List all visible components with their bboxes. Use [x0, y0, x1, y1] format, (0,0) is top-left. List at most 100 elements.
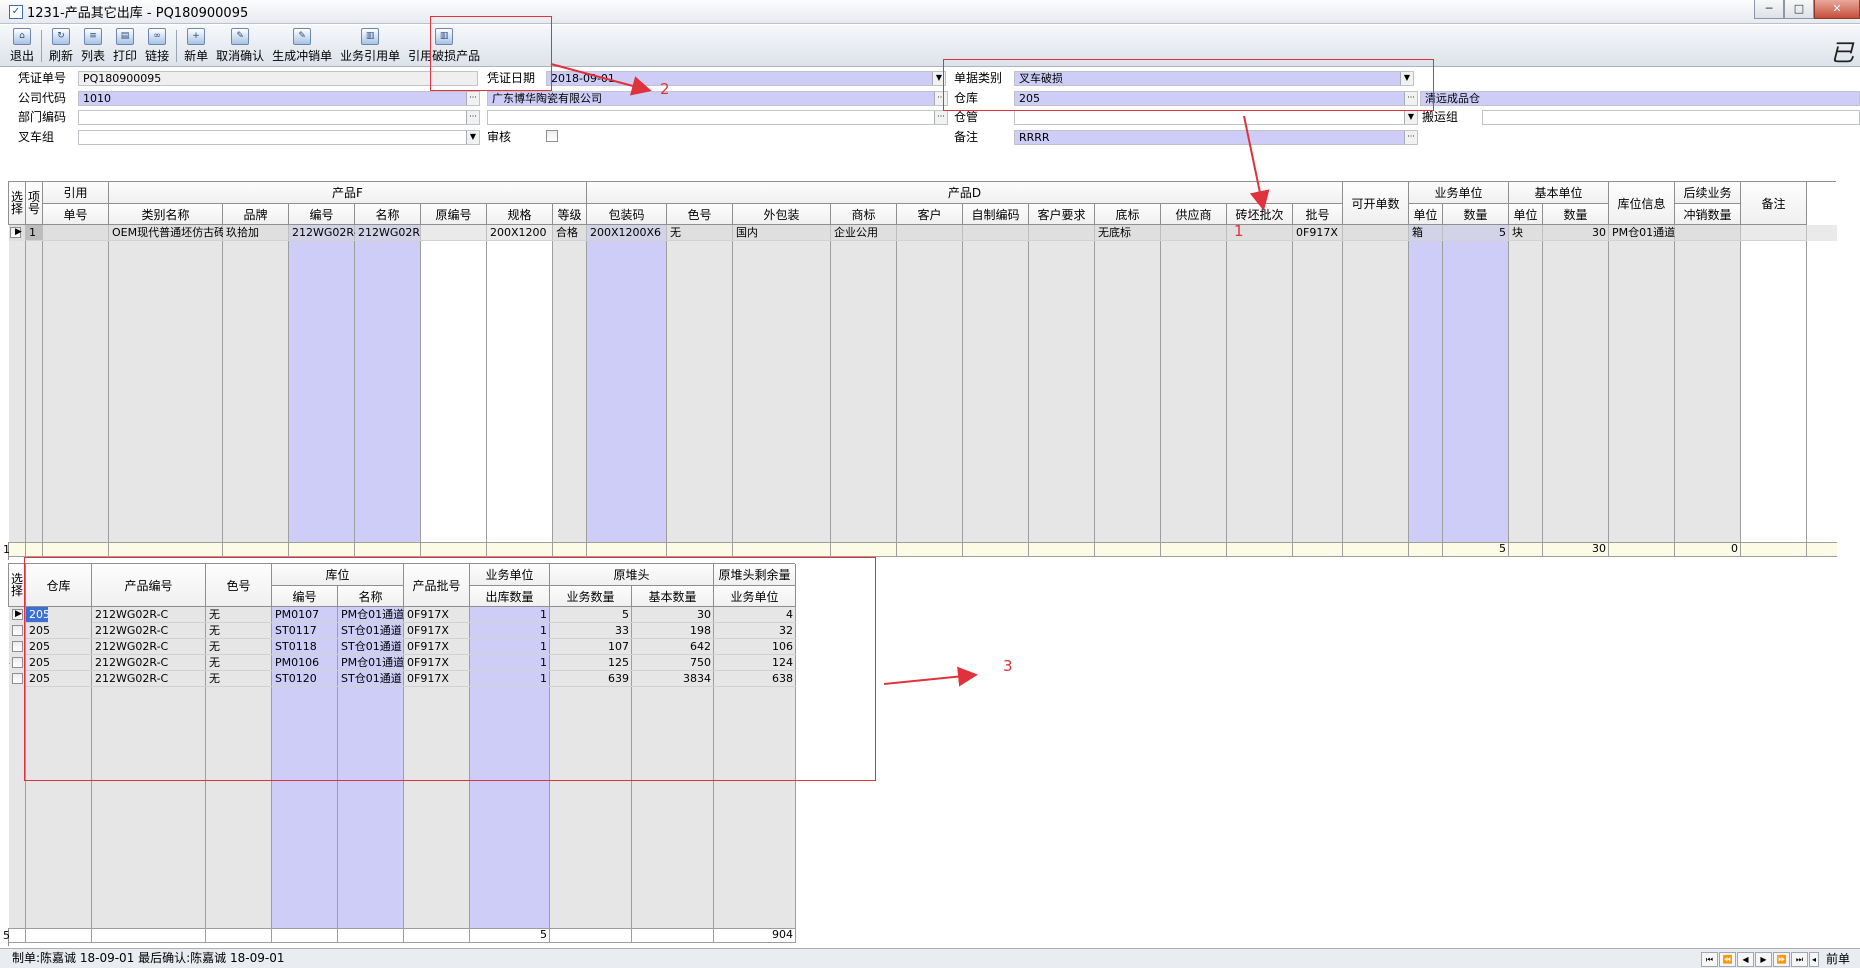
column-header[interactable]: 单位 — [1509, 204, 1543, 225]
grid-cell-brand[interactable]: 玖拾加 — [223, 225, 289, 241]
column-header[interactable]: 原编号 — [421, 204, 487, 225]
company-name-field[interactable]: 广东博华陶瓷有限公司 ··· — [487, 91, 948, 106]
grid-cell-location[interactable]: PM仓01通道 — [1609, 225, 1675, 241]
grid-cell-base-qty[interactable]: 30 — [1543, 225, 1609, 241]
grid-cell-doc-no[interactable] — [43, 225, 109, 241]
column-header[interactable]: 客户要求 — [1029, 204, 1095, 225]
dept-name-field[interactable]: ··· — [487, 110, 948, 125]
print-button[interactable]: ▤ 打印 — [109, 25, 141, 65]
row-select-checkbox[interactable] — [12, 673, 23, 684]
column-header[interactable]: 冲销数量 — [1675, 204, 1741, 225]
row-select-checkbox[interactable] — [12, 641, 23, 652]
prev-record-icon[interactable]: ◀ — [1736, 952, 1754, 967]
column-header[interactable]: 规格 — [487, 204, 553, 225]
column-header[interactable]: 等级 — [553, 204, 587, 225]
maximize-button[interactable]: □ — [1784, 0, 1814, 19]
column-header[interactable]: 底标 — [1095, 204, 1161, 225]
minimize-button[interactable]: ─ — [1754, 0, 1784, 19]
column-header[interactable]: 供应商 — [1161, 204, 1227, 225]
grid-cell-base-unit[interactable]: 块 — [1509, 225, 1543, 241]
ellipsis-icon[interactable]: ··· — [466, 92, 479, 105]
column-header[interactable]: 库位信息 — [1609, 182, 1675, 225]
totals-row-header: 5 — [3, 929, 10, 942]
audit-checkbox[interactable] — [546, 130, 558, 142]
grid-cell-offset-qty[interactable] — [1675, 225, 1741, 241]
prev-doc-icon[interactable]: ◂ — [1808, 952, 1819, 967]
next-record-icon[interactable]: ▶ — [1754, 952, 1772, 967]
column-header[interactable]: 单号 — [43, 204, 109, 225]
ellipsis-icon[interactable]: ··· — [934, 111, 947, 124]
grid-cell-pack-code[interactable]: 200X1200X6 — [587, 225, 667, 241]
column-header[interactable]: 选择 — [9, 182, 26, 225]
column-header[interactable]: 单位 — [1409, 204, 1443, 225]
list-button[interactable]: ≡ 列表 — [77, 25, 109, 65]
column-header[interactable]: 色号 — [667, 204, 733, 225]
grid-column — [1227, 225, 1293, 542]
column-header[interactable]: 批号 — [1293, 204, 1343, 225]
column-header[interactable]: 名称 — [355, 204, 421, 225]
column-header[interactable]: 数量 — [1443, 204, 1509, 225]
last-record-icon[interactable]: ⏭ — [1790, 952, 1808, 967]
dept-code-field[interactable]: ··· — [78, 110, 480, 125]
grid-cell-cust-req[interactable] — [1029, 225, 1095, 241]
grid-cell-batch-no[interactable]: 0F917X — [1293, 225, 1343, 241]
grid-cell-trademark[interactable]: 企业公用 — [831, 225, 897, 241]
grid-cell-biz-unit[interactable]: 箱 — [1409, 225, 1443, 241]
column-header[interactable]: 数量 — [1543, 204, 1609, 225]
column-header[interactable]: 品牌 — [223, 204, 289, 225]
warehouse-name-field[interactable]: 清远成品仓 — [1420, 91, 1860, 106]
remark-field[interactable]: RRRR ··· — [1014, 130, 1418, 145]
company-code-field[interactable]: 1010 ··· — [78, 91, 480, 106]
carry-group-field[interactable] — [1482, 110, 1860, 125]
row-select-checkbox[interactable] — [12, 657, 23, 668]
grid-cell-category[interactable]: OEM现代普通坯仿古砖 — [109, 225, 223, 241]
grid-cell-grade[interactable]: 合格 — [553, 225, 587, 241]
grid-cell-name[interactable]: 212WG02R — [355, 225, 421, 241]
prev-page-icon[interactable]: ⏪ — [1718, 952, 1736, 967]
column-header[interactable]: 备注 — [1741, 182, 1807, 225]
column-header[interactable]: 类别名称 — [109, 204, 223, 225]
new-document-button[interactable]: + 新单 — [180, 25, 212, 65]
column-header[interactable]: 编号 — [289, 204, 355, 225]
grid-cell-code[interactable]: 212WG02R-C — [289, 225, 355, 241]
grid-cell-color[interactable]: 无 — [667, 225, 733, 241]
voucher-date-field[interactable]: 2018-09-01 ▼ — [546, 71, 946, 86]
totals-cell — [1029, 542, 1095, 557]
column-header[interactable]: 项号 — [26, 182, 43, 225]
exit-button[interactable]: ⌂ 退出 — [6, 25, 38, 65]
chevron-down-icon[interactable]: ▼ — [466, 131, 479, 144]
column-header[interactable]: 可开单数 — [1343, 182, 1409, 225]
grid-cell-supplier[interactable] — [1161, 225, 1227, 241]
chevron-down-icon[interactable]: ▼ — [1404, 111, 1417, 124]
grid-cell-openable[interactable] — [1343, 225, 1409, 241]
ellipsis-icon[interactable]: ··· — [1404, 131, 1417, 144]
generate-offset-button[interactable]: ✎ 生成冲销单 — [268, 25, 336, 65]
grid-cell-outer-pack[interactable]: 国内 — [733, 225, 831, 241]
column-header[interactable]: 商标 — [831, 204, 897, 225]
row-select-checkbox[interactable] — [12, 625, 23, 636]
keeper-select[interactable]: ▼ — [1014, 110, 1418, 125]
column-header[interactable]: 包装码 — [587, 204, 667, 225]
grid-cell-spec[interactable]: 200X1200 — [487, 225, 553, 241]
ellipsis-icon[interactable]: ··· — [466, 111, 479, 124]
grid-cell-orig-code[interactable] — [421, 225, 487, 241]
link-button[interactable]: ∞ 链接 — [141, 25, 173, 65]
grid-cell-own-code[interactable] — [963, 225, 1029, 241]
cancel-confirm-button[interactable]: ✎ 取消确认 — [212, 25, 268, 65]
column-header[interactable]: 外包装 — [733, 204, 831, 225]
grid-cell-bottom-mark[interactable]: 无底标 — [1095, 225, 1161, 241]
grid-cell-customer[interactable] — [897, 225, 963, 241]
next-page-icon[interactable]: ⏩ — [1772, 952, 1790, 967]
column-header[interactable]: 客户 — [897, 204, 963, 225]
forklift-group-select[interactable]: ▼ — [78, 130, 480, 145]
reference-document-button[interactable]: ▥ 业务引用单 — [336, 25, 404, 65]
grid-cell-biz-qty[interactable]: 5 — [1443, 225, 1509, 241]
prev-doc-button[interactable]: 前单 — [1820, 950, 1856, 968]
close-button[interactable]: ✕ — [1814, 0, 1860, 19]
printer-icon: ▤ — [116, 28, 135, 45]
column-header[interactable]: 自制编码 — [963, 204, 1029, 225]
totals-cell — [289, 542, 355, 557]
grid-cell-remark[interactable] — [1741, 225, 1807, 241]
refresh-button[interactable]: ↻ 刷新 — [45, 25, 77, 65]
first-record-icon[interactable]: ⏮ — [1700, 952, 1718, 967]
